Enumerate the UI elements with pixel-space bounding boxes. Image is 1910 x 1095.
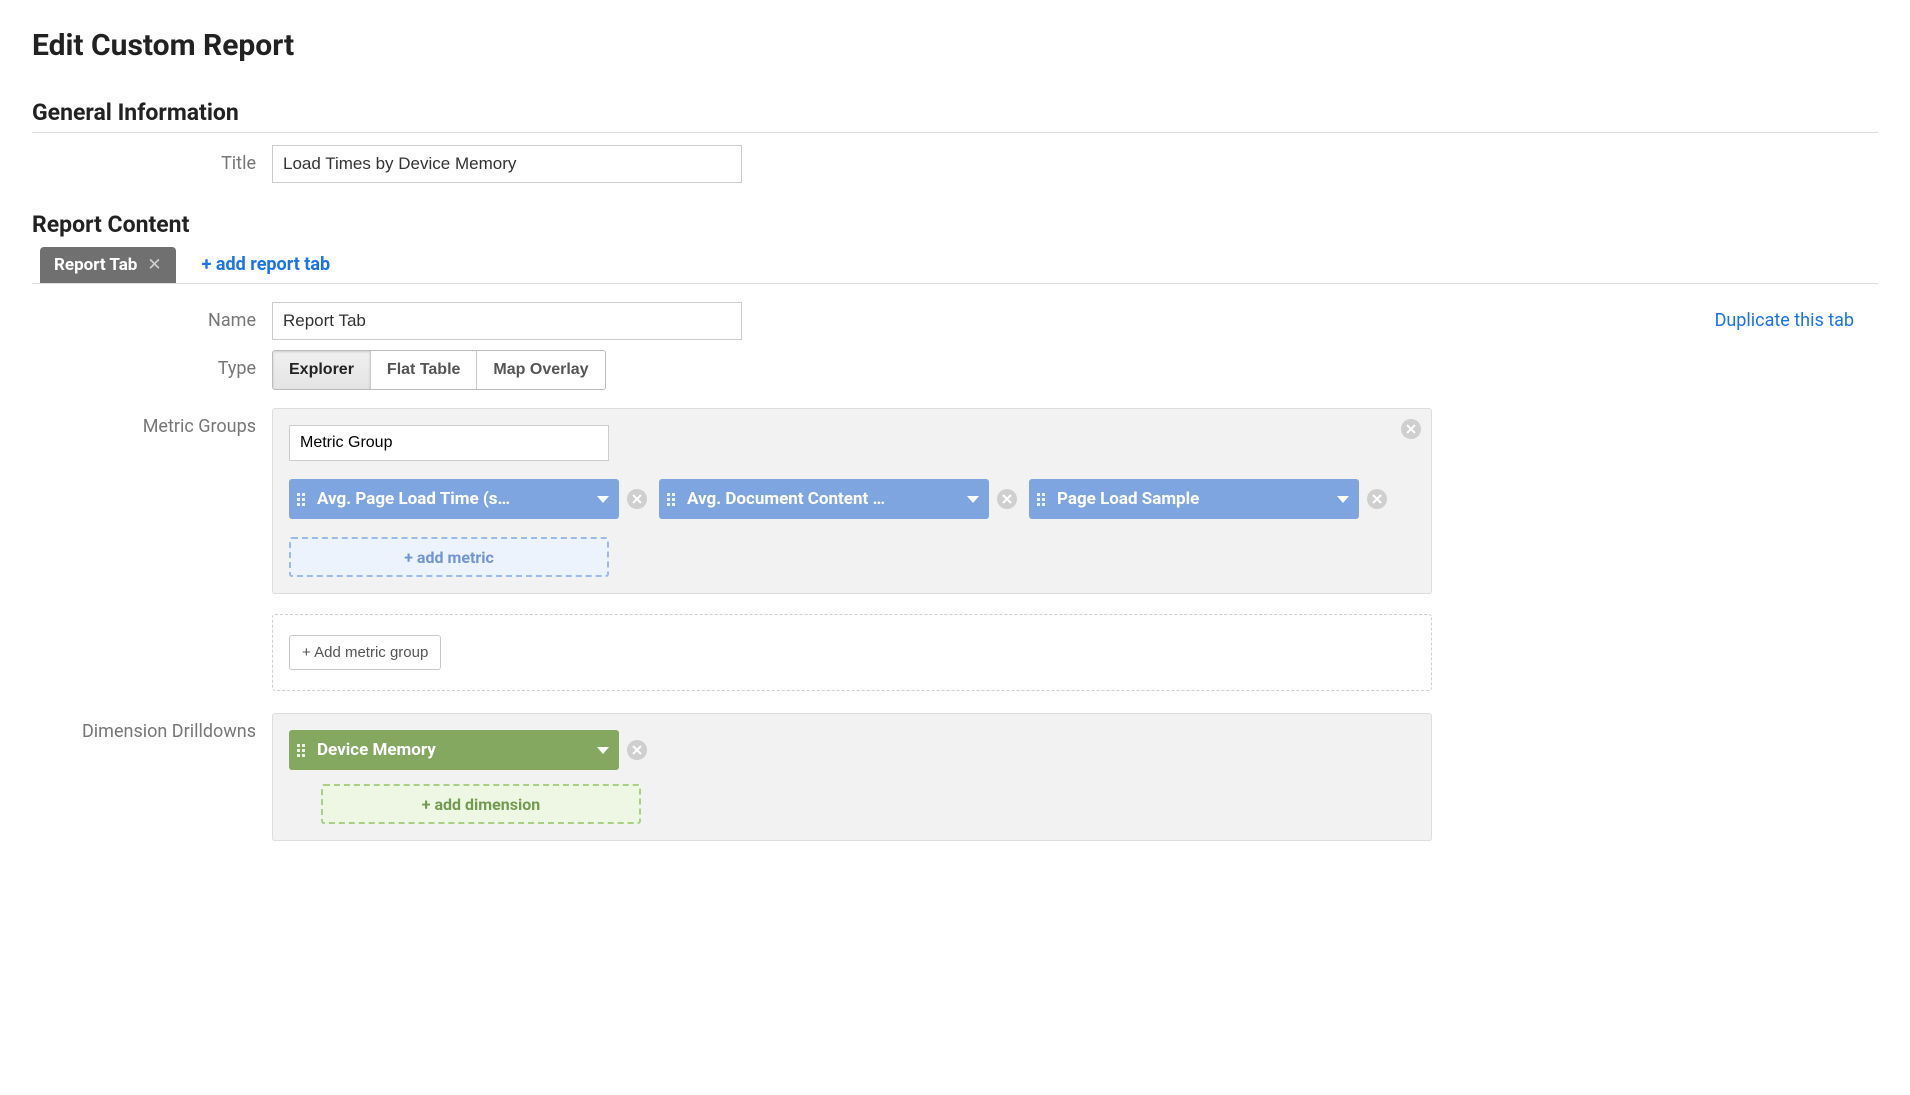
dimension-chip[interactable]: Device Memory <box>289 730 619 770</box>
type-map-overlay-button[interactable]: Map Overlay <box>476 351 604 389</box>
remove-metric-button[interactable] <box>1367 489 1387 509</box>
add-dimension-button[interactable]: + add dimension <box>321 784 641 824</box>
report-tab-label: Report Tab <box>54 255 137 275</box>
divider <box>32 132 1878 133</box>
dimension-drilldowns-label: Dimension Drilldowns <box>32 713 272 742</box>
chevron-down-icon <box>1337 496 1349 503</box>
add-report-tab-link[interactable]: + add report tab <box>202 246 331 283</box>
close-icon[interactable]: ✕ <box>147 255 161 275</box>
type-explorer-button[interactable]: Explorer <box>273 351 370 389</box>
type-label: Type <box>32 350 272 379</box>
drag-handle-icon[interactable] <box>297 493 307 506</box>
type-flat-table-button[interactable]: Flat Table <box>370 351 477 389</box>
metric-group-panel: Avg. Page Load Time (s… <box>272 408 1432 594</box>
metric-chip-label: Avg. Document Content … <box>687 489 957 509</box>
title-input[interactable] <box>272 145 742 183</box>
metric-chip[interactable]: Avg. Page Load Time (s… <box>289 479 619 519</box>
close-icon <box>1002 494 1012 504</box>
add-metric-group-panel: + Add metric group <box>272 614 1432 691</box>
chevron-down-icon <box>597 496 609 503</box>
title-label: Title <box>32 145 272 174</box>
remove-metric-button[interactable] <box>627 489 647 509</box>
dimension-drilldowns-panel: Device Memory + add dimension <box>272 713 1432 841</box>
metric-chip-label: Page Load Sample <box>1057 489 1327 509</box>
metric-group-name-input[interactable] <box>289 425 609 461</box>
section-report-content: Report Content <box>32 211 1878 238</box>
drag-handle-icon[interactable] <box>297 744 307 757</box>
close-icon <box>1372 494 1382 504</box>
close-icon <box>1406 424 1416 434</box>
page-title: Edit Custom Report <box>32 28 1878 63</box>
tab-name-input[interactable] <box>272 302 742 340</box>
close-icon <box>632 494 642 504</box>
report-tab[interactable]: Report Tab ✕ <box>40 247 176 283</box>
type-buttongroup: Explorer Flat Table Map Overlay <box>272 350 606 390</box>
remove-metric-group-button[interactable] <box>1401 419 1421 439</box>
metric-chip[interactable]: Avg. Document Content … <box>659 479 989 519</box>
drag-handle-icon[interactable] <box>667 493 677 506</box>
chevron-down-icon <box>967 496 979 503</box>
add-metric-group-button[interactable]: + Add metric group <box>289 635 441 670</box>
remove-dimension-button[interactable] <box>627 740 647 760</box>
chevron-down-icon <box>597 747 609 754</box>
section-general-information: General Information <box>32 99 1878 126</box>
close-icon <box>632 745 642 755</box>
duplicate-tab-link[interactable]: Duplicate this tab <box>1715 310 1854 331</box>
drag-handle-icon[interactable] <box>1037 493 1047 506</box>
metric-chip-label: Avg. Page Load Time (s… <box>317 489 587 509</box>
dimension-chip-label: Device Memory <box>317 740 587 760</box>
name-label: Name <box>32 302 272 331</box>
add-metric-button[interactable]: + add metric <box>289 537 609 577</box>
remove-metric-button[interactable] <box>997 489 1017 509</box>
metric-chip[interactable]: Page Load Sample <box>1029 479 1359 519</box>
metric-groups-label: Metric Groups <box>32 408 272 437</box>
